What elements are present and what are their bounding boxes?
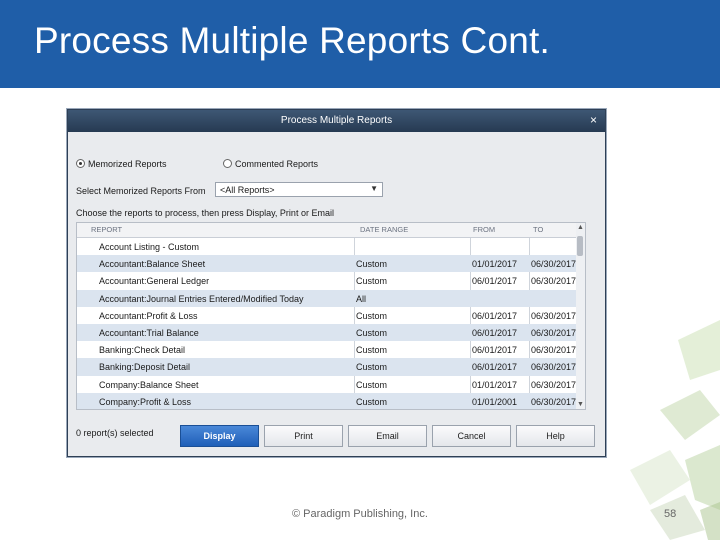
date-range-cell: Custom: [356, 396, 388, 407]
table-row[interactable]: Accountant:Journal Entries Entered/Modif…: [77, 289, 585, 307]
scroll-thumb[interactable]: [577, 236, 583, 256]
to-date-cell: 06/30/2017: [531, 327, 577, 338]
to-date-cell: 06/30/2017: [531, 345, 577, 356]
table-scrollbar[interactable]: ▲ ▼: [576, 222, 586, 410]
dialog-titlebar: Process Multiple Reports ×: [68, 110, 605, 132]
footer-copyright: © Paradigm Publishing, Inc.: [292, 508, 428, 520]
memorized-reports-radio[interactable]: [76, 159, 85, 168]
date-range-cell: All: [356, 293, 367, 304]
process-multiple-reports-dialog: Process Multiple Reports × Memorized Rep…: [67, 109, 606, 457]
help-button[interactable]: Help: [516, 425, 595, 447]
table-row[interactable]: Banking:Deposit Detail Custom 06/01/2017 06…: [77, 358, 585, 376]
table-row[interactable]: Company:Profit & Loss Custom 01/01/2001 06/…: [77, 392, 585, 409]
table-header: REPORT DATE RANGE FROM TO: [77, 223, 585, 238]
cancel-button[interactable]: Cancel: [432, 425, 511, 447]
report-name-cell: Accountant:Profit & Loss: [99, 310, 198, 321]
to-date-cell: 06/30/2017: [531, 310, 577, 321]
table-row[interactable]: Banking:Check Detail Custom 06/01/2017 06/3…: [77, 341, 585, 358]
selected-count-text: 0 report(s) selected: [76, 428, 154, 438]
select-reports-label: Select Memorized Reports From: [76, 186, 206, 196]
date-range-cell: Custom: [356, 327, 388, 338]
report-name-cell: Accountant:Balance Sheet: [99, 259, 206, 270]
table-row[interactable]: Accountant:General Ledger Custom 06/01/201…: [77, 272, 585, 289]
column-header-date-range[interactable]: DATE RANGE: [360, 225, 408, 234]
report-name-cell: Accountant:General Ledger: [99, 276, 210, 287]
report-name-cell: Account Listing - Custom: [99, 242, 200, 252]
decorative-cubes: [630, 320, 720, 540]
page-number: 58: [664, 508, 677, 520]
to-date-cell: 06/30/2017: [531, 276, 577, 287]
table-row[interactable]: Accountant:Trial Balance Custom 06/01/2017…: [77, 323, 585, 342]
scroll-down-icon[interactable]: ▼: [577, 401, 584, 408]
slide-title: Process Multiple Reports Cont.: [34, 20, 550, 61]
close-icon[interactable]: ×: [590, 113, 597, 127]
email-button[interactable]: Email: [348, 425, 427, 447]
report-name-cell: Accountant:Trial Balance: [99, 327, 199, 338]
from-date-cell: 06/01/2017: [472, 310, 518, 321]
table-row[interactable]: Accountant:Profit & Loss Custom 06/01/2017…: [77, 307, 585, 324]
to-date-cell: 06/30/2017: [531, 379, 577, 390]
date-range-cell: Custom: [356, 276, 388, 287]
table-row[interactable]: Account Listing - Custom: [77, 238, 585, 255]
to-date-cell: 06/30/2017: [531, 396, 577, 407]
table-row[interactable]: Company:Balance Sheet Custom 01/01/2017 06/…: [77, 376, 585, 393]
column-header-from[interactable]: FROM: [473, 225, 495, 234]
report-name-cell: Banking:Check Detail: [99, 345, 186, 356]
reports-from-select[interactable]: <All Reports> ▼: [215, 182, 383, 197]
chevron-down-icon: ▼: [370, 184, 378, 193]
to-date-cell: 06/30/2017: [531, 259, 577, 270]
table-row[interactable]: Accountant:Balance Sheet Custom 01/01/2017…: [77, 255, 585, 273]
from-date-cell: 06/01/2017: [472, 362, 518, 373]
from-date-cell: 01/01/2001: [472, 396, 518, 407]
from-date-cell: 06/01/2017: [472, 345, 518, 356]
reports-from-value: <All Reports>: [220, 185, 275, 195]
from-date-cell: 01/01/2017: [472, 379, 518, 390]
scroll-up-icon[interactable]: ▲: [577, 224, 584, 231]
print-button[interactable]: Print: [264, 425, 343, 447]
table-body: Account Listing - Custom Accountant:Bala…: [77, 238, 585, 409]
to-date-cell: 06/30/2017: [531, 362, 577, 373]
from-date-cell: 06/01/2017: [472, 327, 518, 338]
date-range-cell: Custom: [356, 345, 388, 356]
from-date-cell: 01/01/2017: [472, 259, 518, 270]
reports-table: REPORT DATE RANGE FROM TO Account Listin…: [76, 222, 586, 410]
commented-reports-radio[interactable]: [223, 159, 232, 168]
display-button[interactable]: Display: [180, 425, 259, 447]
commented-reports-label: Commented Reports: [235, 159, 319, 169]
column-header-to[interactable]: TO: [533, 225, 543, 234]
date-range-cell: Custom: [356, 362, 388, 373]
date-range-cell: Custom: [356, 379, 388, 390]
report-name-cell: Banking:Deposit Detail: [99, 362, 191, 373]
report-name-cell: Company:Balance Sheet: [99, 379, 199, 390]
memorized-reports-label: Memorized Reports: [88, 159, 167, 169]
from-date-cell: 06/01/2017: [472, 276, 518, 287]
date-range-cell: Custom: [356, 259, 388, 270]
report-name-cell: Company:Profit & Loss: [99, 396, 192, 407]
date-range-cell: Custom: [356, 310, 388, 321]
dialog-title: Process Multiple Reports: [280, 115, 393, 126]
report-name-cell: Accountant:Journal Entries Entered/Modif…: [99, 293, 304, 304]
instruction-text: Choose the reports to process, then pres…: [76, 208, 334, 218]
column-header-report[interactable]: REPORT: [91, 225, 122, 234]
